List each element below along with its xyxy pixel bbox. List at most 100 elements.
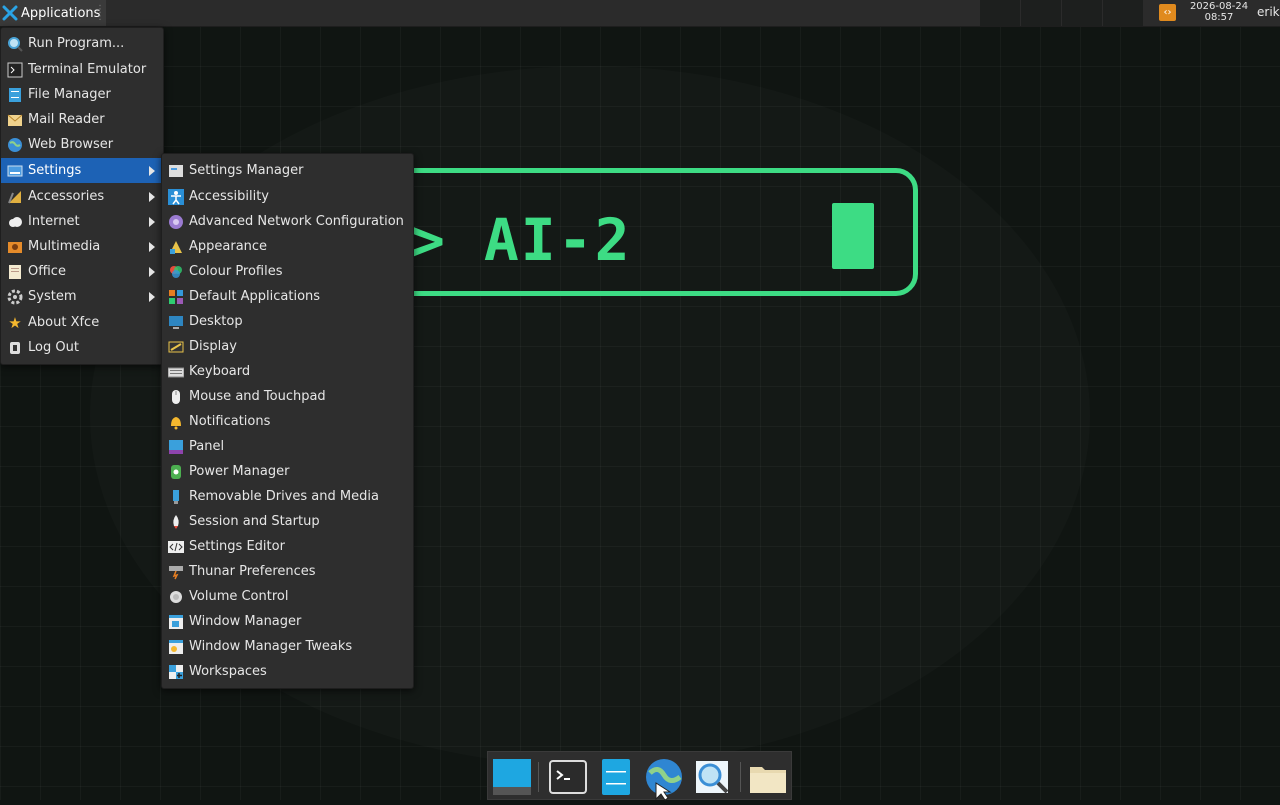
submenu-item-panel[interactable]: Panel [162, 434, 413, 459]
submenu-item-label: Removable Drives and Media [189, 489, 379, 504]
submenu-item-workspaces[interactable]: Workspaces [162, 659, 413, 684]
submenu-item-desktop[interactable]: Desktop [162, 309, 413, 334]
submenu-item-session-startup[interactable]: Session and Startup [162, 509, 413, 534]
code-icon [168, 539, 184, 555]
office-icon [7, 264, 23, 280]
submenu-item-notifications[interactable]: Notifications [162, 409, 413, 434]
menu-item-internet[interactable]: Internet [1, 209, 163, 234]
submenu-item-appearance[interactable]: Appearance [162, 234, 413, 259]
workspace-4[interactable] [1103, 0, 1144, 26]
workspace-switcher[interactable] [980, 0, 1144, 26]
menu-item-web-browser[interactable]: Web Browser [1, 132, 163, 157]
panel-icon [168, 439, 184, 455]
submenu-item-settings-manager[interactable]: Settings Manager [162, 158, 413, 183]
file-manager-icon[interactable] [596, 757, 636, 797]
wm-tweaks-icon [168, 639, 184, 655]
menu-item-terminal-emulator[interactable]: Terminal Emulator [1, 57, 163, 82]
submenu-item-wm-tweaks[interactable]: Window Manager Tweaks [162, 634, 413, 659]
menu-item-label: Mail Reader [28, 112, 105, 127]
menu-item-label: Log Out [28, 340, 79, 355]
submenu-item-settings-editor[interactable]: Settings Editor [162, 534, 413, 559]
submenu-arrow-icon [149, 217, 155, 227]
applications-menu-button[interactable]: Applications [0, 0, 107, 26]
submenu-arrow-icon [149, 242, 155, 252]
submenu-item-label: Colour Profiles [189, 264, 283, 279]
submenu-item-thunar-preferences[interactable]: Thunar Preferences [162, 559, 413, 584]
appearance-icon [168, 239, 184, 255]
menu-item-label: Terminal Emulator [28, 62, 147, 77]
submenu-item-label: Desktop [189, 314, 243, 329]
workspaces-icon [168, 664, 184, 680]
menu-item-run-program[interactable]: Run Program... [1, 31, 163, 56]
menu-item-office[interactable]: Office [1, 259, 163, 284]
submenu-item-mouse-touchpad[interactable]: Mouse and Touchpad [162, 384, 413, 409]
menu-item-label: Office [28, 264, 66, 279]
applications-label: Applications [21, 5, 101, 21]
submenu-item-window-manager[interactable]: Window Manager [162, 609, 413, 634]
submenu-item-removable-drives[interactable]: Removable Drives and Media [162, 484, 413, 509]
submenu-item-label: Workspaces [189, 664, 267, 679]
submenu-arrow-icon [149, 267, 155, 277]
submenu-item-display[interactable]: Display [162, 334, 413, 359]
menu-item-label: System [28, 289, 77, 304]
usb-icon [168, 489, 184, 505]
terminal-icon[interactable] [548, 757, 588, 797]
xfce-logo-icon [2, 5, 18, 21]
workspace-2[interactable] [1021, 0, 1062, 26]
tray-code-icon[interactable]: ‹› [1159, 4, 1176, 21]
menu-item-system[interactable]: System [1, 284, 163, 309]
web-browser-icon[interactable] [642, 757, 682, 801]
submenu-item-default-applications[interactable]: Default Applications [162, 284, 413, 309]
file-manager-icon [7, 87, 23, 103]
colour-profiles-icon [168, 264, 184, 280]
dock-separator [740, 762, 741, 792]
wallpaper-banner-text: > AI-2 [410, 206, 632, 274]
menu-item-label: Settings [28, 163, 82, 178]
submenu-item-power-manager[interactable]: Power Manager [162, 459, 413, 484]
folder-icon[interactable] [748, 757, 788, 797]
submenu-item-label: Appearance [189, 239, 268, 254]
submenu-item-label: Settings Manager [189, 163, 304, 178]
menu-item-file-manager[interactable]: File Manager [1, 82, 163, 107]
submenu-item-label: Window Manager Tweaks [189, 639, 353, 654]
keyboard-icon [168, 364, 184, 380]
window-manager-icon [168, 614, 184, 630]
submenu-item-keyboard[interactable]: Keyboard [162, 359, 413, 384]
thunar-icon [168, 564, 184, 580]
show-desktop-icon[interactable] [491, 757, 531, 797]
logout-icon [7, 340, 23, 356]
desktop-icon [168, 314, 184, 330]
workspace-1[interactable] [980, 0, 1021, 26]
mail-icon [7, 112, 23, 128]
star-icon: ★ [8, 313, 22, 332]
submenu-item-label: Window Manager [189, 614, 302, 629]
app-finder-icon[interactable] [692, 757, 732, 797]
menu-item-label: About Xfce [28, 315, 100, 330]
submenu-item-label: Volume Control [189, 589, 289, 604]
menu-item-label: Web Browser [28, 137, 114, 152]
submenu-item-label: Settings Editor [189, 539, 285, 554]
multimedia-icon [7, 239, 23, 255]
submenu-item-network[interactable]: Advanced Network Configuration [162, 209, 413, 234]
menu-item-log-out[interactable]: Log Out [1, 335, 163, 360]
user-menu[interactable]: erik [1257, 5, 1280, 19]
menu-item-accessories[interactable]: Accessories [1, 184, 163, 209]
submenu-item-accessibility[interactable]: Accessibility [162, 184, 413, 209]
submenu-item-volume-control[interactable]: Volume Control [162, 584, 413, 609]
menu-item-about-xfce[interactable]: ★ About Xfce [1, 310, 163, 335]
wallpaper-cursor-block [832, 203, 874, 269]
submenu-item-label: Accessibility [189, 189, 269, 204]
submenu-item-label: Notifications [189, 414, 271, 429]
submenu-item-label: Default Applications [189, 289, 321, 304]
clock[interactable]: 2026-08-24 08:57 [1186, 1, 1252, 23]
panel-handle[interactable]: ⋮ ⋮ [95, 5, 105, 22]
globe-icon [7, 137, 23, 153]
workspace-3[interactable] [1062, 0, 1103, 26]
menu-item-multimedia[interactable]: Multimedia [1, 234, 163, 259]
submenu-item-colour-profiles[interactable]: Colour Profiles [162, 259, 413, 284]
clock-time: 08:57 [1204, 12, 1234, 23]
submenu-item-label: Panel [189, 439, 225, 454]
gear-icon [7, 289, 23, 305]
menu-item-mail-reader[interactable]: Mail Reader [1, 107, 163, 132]
menu-item-settings[interactable]: Settings [1, 158, 163, 183]
